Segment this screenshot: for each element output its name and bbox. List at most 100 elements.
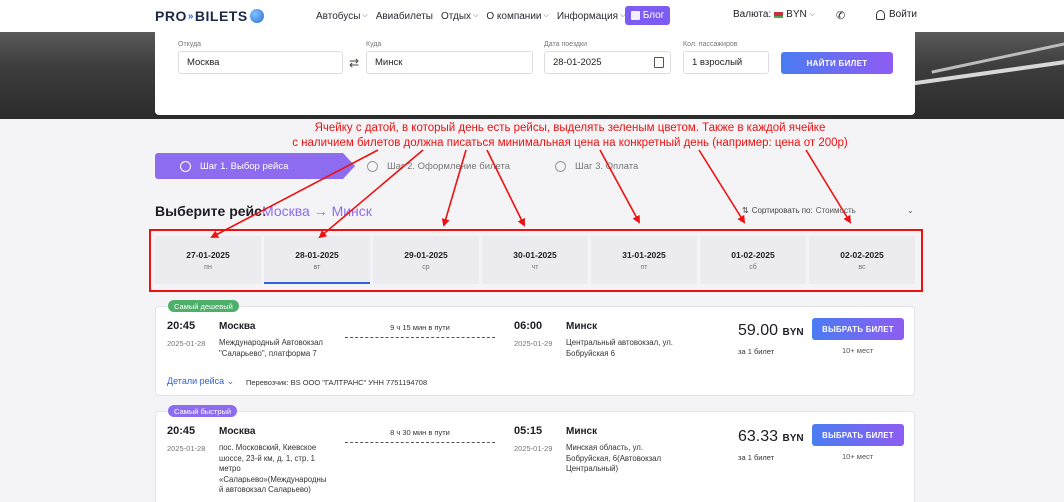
blog-label: Блог [642,10,665,21]
date-cell[interactable]: 02-02-2025 вс [809,236,915,284]
departure-address: Международный Автовокзал "Саларьево", пл… [219,338,339,359]
departure-time: 20:45 [167,425,196,437]
sort-value: Стоимость [815,206,856,215]
date-selector: 27-01-2025 пн 28-01-2025 вт 29-01-2025 ср 3… [155,236,915,284]
cheapest-badge: Самый дешевый [168,300,239,312]
chevron-down-icon[interactable]: ⌄ [907,206,914,215]
select-ticket-button[interactable]: ВЫБРАТЬ БИЛЕТ [812,318,904,340]
login-button[interactable]: Войти [876,9,917,20]
step-label: Шаг 2. Оформление билета [387,160,511,172]
address-line: Центральный) [566,464,619,473]
belarus-flag-icon [774,11,784,18]
swap-icon[interactable]: ⇄ [349,56,359,70]
from-input[interactable]: Москва [178,51,343,74]
nav-label: Авиабилеты [375,10,433,22]
address-line: пос. Московский, Киевское [219,443,317,452]
top-navbar: PRO » BILETS Автобусы ⌵ Авиабилеты Отдых ⌵… [0,0,1064,32]
currency-selector[interactable]: Валюта: BYN ⌵ [733,9,815,20]
date-cell[interactable]: 27-01-2025 пн [155,236,261,284]
address-line: й автовокзал Саларьево) [219,485,311,494]
step-2[interactable]: Шаг 2. Оформление билета [367,153,510,179]
main-nav: Автобусы ⌵ Авиабилеты Отдых ⌵ О компании ⌵ … [316,0,625,32]
weekday-text: ср [422,263,430,271]
annotation-text: Ячейку с датой, в который день есть рейс… [270,121,870,151]
address-line: Международный Автовокзал [219,338,323,347]
route-line [345,337,495,338]
price-value: 63.33 [738,428,779,445]
address-line: Минская область, ул. [566,443,644,452]
date-label: Дата поездки [544,41,587,48]
trip-card: 20:45 2025-01-28 Москва Международный Ав… [155,306,915,396]
carrier-info: Перевозчик: BS ООО "ГАЛТРАНС" УНН 775119… [246,378,428,387]
date-input[interactable]: 28-01-2025 [544,51,671,74]
address-line: "Саларьево", платформа 7 [219,348,317,358]
weekday-text: сб [749,263,757,271]
weekday-text: вс [858,263,866,271]
annotation-line-2: с наличием билетов должна писаться миним… [292,137,848,149]
booking-steps: Шаг 1. Выбор рейса Шаг 2. Оформление бил… [155,153,915,179]
phone-icon[interactable]: ✆ [836,9,845,22]
date-cell[interactable]: 01-02-2025 сб [700,236,806,284]
trip-duration: 9 ч 15 мин в пути [390,323,450,332]
price: 59.00 BYN [738,322,804,340]
calendar-icon[interactable] [654,57,664,68]
step-3[interactable]: Шаг 3. Оплата [555,153,638,179]
sort-label: Сортировать по: [751,206,813,215]
date-cell[interactable]: 31-01-2025 пт [591,236,697,284]
departure-time: 20:45 [167,320,196,332]
annotation-line-1: Ячейку с датой, в который день есть рейс… [314,122,826,134]
step-circle-icon [180,160,191,172]
select-ticket-button[interactable]: ВЫБРАТЬ БИЛЕТ [812,424,904,446]
weekday-text: пт [640,263,648,271]
date-cell-active[interactable]: 28-01-2025 вт [264,236,370,284]
departure-city: Москва [219,321,256,332]
pax-label: Кол. пассажиров [683,41,738,48]
date-cell[interactable]: 29-01-2025 ср [373,236,479,284]
find-ticket-button[interactable]: НАЙТИ БИЛЕТ [781,52,893,74]
date-text: 28-01-2025 [295,249,339,260]
currency-value: BYN [786,9,807,20]
route-line [345,442,495,443]
arrival-address: Минская область, ул. Бобруйская, 6(Автов… [566,443,686,475]
date-text: 01-02-2025 [731,249,775,260]
nav-label: О компании [486,10,542,22]
chevron-down-icon: ⌵ [809,10,816,18]
nav-item-about[interactable]: О компании ⌵ [486,11,548,22]
nav-label: Автобусы [316,10,361,22]
step-circle-icon [367,160,378,172]
to-input[interactable]: Минск [366,51,533,74]
price-per: за 1 билет [738,453,775,462]
login-label: Войти [889,9,917,20]
sort-selector[interactable]: ⇅ Сортировать по: Стоимость [742,206,856,215]
arrival-time: 05:15 [514,425,543,437]
date-cell[interactable]: 30-01-2025 чт [482,236,588,284]
nav-item-info[interactable]: Информация ⌵ [557,11,626,22]
nav-item-flights[interactable]: Авиабилеты [376,11,433,22]
arrival-address: Центральный автовокзал, ул. Бобруйская 6 [566,338,686,359]
nav-item-buses[interactable]: Автобусы ⌵ [316,11,368,22]
fastest-badge: Самый быстрый [168,405,238,417]
logo[interactable]: PRO » BILETS [155,6,264,26]
to-label: Куда [366,41,382,48]
step-1[interactable]: Шаг 1. Выбор рейса [155,153,355,179]
passengers-input[interactable]: 1 взрослый [683,51,769,74]
seats-available: 10+ мест [842,346,874,355]
seats-available: 10+ мест [842,452,874,461]
route-cities: Москва → Минск [262,203,372,219]
price-per: за 1 билет [738,347,775,356]
blog-button[interactable]: Блог [625,6,670,25]
price-currency: BYN [782,327,804,338]
arrival-date: 2025-01-29 [514,444,553,453]
chevron-down-icon: ⌵ [543,12,549,19]
route-title: Выберите рейс: [155,203,267,219]
price: 63.33 BYN [738,428,804,446]
trip-details-link[interactable]: Детали рейса ⌄ [167,376,234,387]
address-line: Бобруйская, 6(Автовокзал [566,453,662,463]
chevron-down-icon: ⌵ [473,12,479,19]
nav-item-holiday[interactable]: Отдых ⌵ [441,11,478,22]
departure-city: Москва [219,426,256,437]
weekday-text: пн [204,263,212,271]
chevron-down-icon: ⌵ [362,12,368,19]
date-text: 02-02-2025 [840,249,884,260]
currency-label: Валюта: [733,9,772,20]
